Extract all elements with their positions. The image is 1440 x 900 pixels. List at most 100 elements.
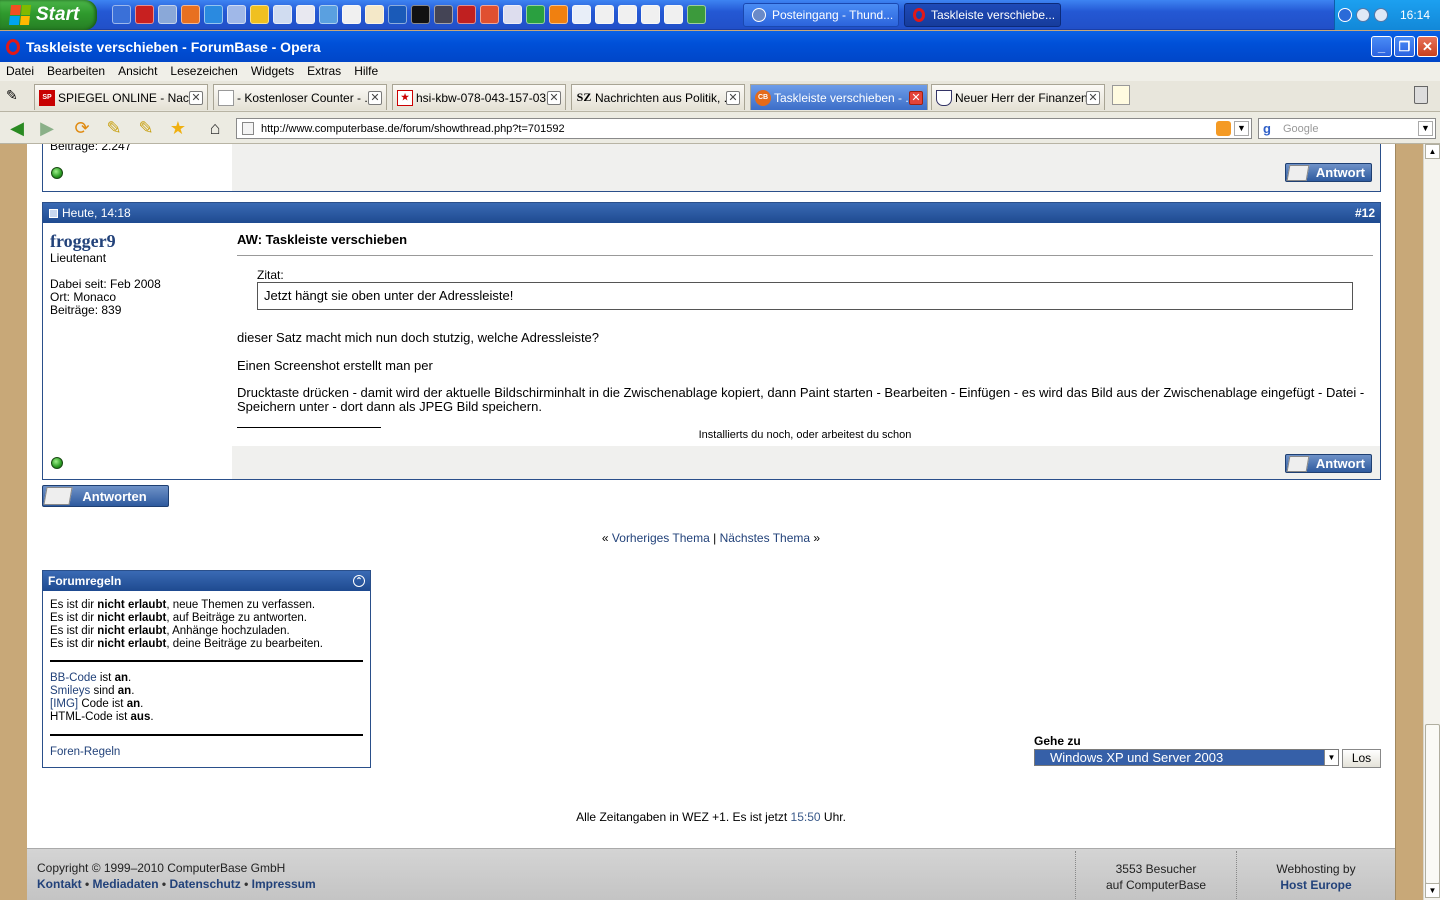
close-tab-icon[interactable]: ✕ xyxy=(726,90,740,105)
quicklaunch-icon[interactable] xyxy=(687,5,706,24)
sz-favicon: SZ xyxy=(576,90,592,104)
scroll-thumb[interactable] xyxy=(1425,724,1440,884)
search-dropdown-icon[interactable]: ▼ xyxy=(1418,121,1433,136)
close-tab-icon[interactable]: ✕ xyxy=(189,90,203,105)
host-europe-link[interactable]: Host Europe xyxy=(1239,877,1393,893)
scroll-up-icon[interactable]: ▲ xyxy=(1425,144,1440,159)
close-tab-icon[interactable]: ✕ xyxy=(368,90,382,105)
menu-widgets[interactable]: Widgets xyxy=(251,62,301,81)
tab-finanzen[interactable]: Neuer Herr der Finanzen... ✕ xyxy=(931,84,1105,110)
menu-hilfe[interactable]: Hilfe xyxy=(354,62,385,81)
opera-launch-icon[interactable] xyxy=(135,5,154,24)
tray-icon[interactable] xyxy=(1373,8,1388,22)
author-name[interactable]: frogger9 xyxy=(50,231,116,252)
page-icon xyxy=(242,122,254,135)
quicklaunch-icon[interactable] xyxy=(273,5,292,24)
maximize-button[interactable]: ❐ xyxy=(1394,36,1415,57)
previous-thread-link[interactable]: Vorheriges Thema xyxy=(612,531,710,545)
back-icon[interactable]: ◀ xyxy=(6,117,28,139)
reload-icon[interactable]: ⟳ xyxy=(71,117,93,139)
reply-button[interactable]: Antwort xyxy=(1285,454,1372,473)
goto-button[interactable]: Los xyxy=(1342,749,1381,768)
code-state: an xyxy=(117,685,132,697)
kontakt-link[interactable]: Kontakt xyxy=(37,877,82,891)
scroll-down-icon[interactable]: ▼ xyxy=(1425,883,1440,898)
menu-lesezeichen[interactable]: Lesezeichen xyxy=(170,62,244,81)
tab-label: Neuer Herr der Finanzen... xyxy=(955,90,1086,105)
footer-links: Kontakt • Mediadaten • Datenschutz • Imp… xyxy=(37,877,316,891)
wand-icon[interactable]: ✎ xyxy=(103,117,125,139)
edit-icon[interactable]: ✎ xyxy=(135,117,157,139)
vlc-launch-icon[interactable] xyxy=(549,5,568,24)
close-tab-icon[interactable]: ✕ xyxy=(909,90,923,105)
menu-ansicht[interactable]: Ansicht xyxy=(118,62,164,81)
address-field[interactable]: http://www.computerbase.de/forum/showthr… xyxy=(236,118,1252,139)
quicklaunch-icon[interactable] xyxy=(572,5,591,24)
taskbar-task-opera[interactable]: Taskleiste verschiebe... xyxy=(904,3,1061,27)
minimize-button[interactable]: _ xyxy=(1371,36,1392,57)
panel-toggle-icon[interactable]: ✎ xyxy=(6,87,28,105)
smileys-link[interactable]: Smileys xyxy=(50,685,90,697)
mediadaten-link[interactable]: Mediadaten xyxy=(93,877,159,891)
firefox-launch-icon[interactable] xyxy=(181,5,200,24)
tray-icon[interactable] xyxy=(1355,8,1370,22)
select-arrow-icon[interactable]: ▼ xyxy=(1324,750,1338,765)
post-count: Beiträge: 2.247 xyxy=(50,144,132,153)
quicklaunch-icon[interactable] xyxy=(618,5,637,24)
quicklaunch-icon[interactable] xyxy=(365,5,384,24)
tab-counter[interactable]: - Kostenloser Counter - ... ✕ xyxy=(213,84,387,110)
filezilla-launch-icon[interactable] xyxy=(457,5,476,24)
collapse-icon[interactable]: ⌃ xyxy=(353,575,365,587)
vertical-scrollbar[interactable]: ▲ ▼ xyxy=(1423,144,1440,900)
reply-button[interactable]: Antwort xyxy=(1285,163,1372,182)
chrome-launch-icon[interactable] xyxy=(250,5,269,24)
next-thread-link[interactable]: Nächstes Thema xyxy=(720,531,811,545)
quicklaunch-icon[interactable] xyxy=(526,5,545,24)
trash-icon[interactable] xyxy=(1414,86,1428,104)
address-dropdown-icon[interactable]: ▼ xyxy=(1234,121,1249,136)
menu-bearbeiten[interactable]: Bearbeiten xyxy=(47,62,112,81)
quicklaunch-icon[interactable] xyxy=(112,5,131,24)
impressum-link[interactable]: Impressum xyxy=(252,877,316,891)
new-tab-icon[interactable] xyxy=(1112,85,1130,105)
rss-feed-icon[interactable] xyxy=(1216,121,1231,136)
tab-computerbase[interactable]: CB Taskleiste verschieben - ... ✕ xyxy=(750,84,928,110)
img-code-link[interactable]: [IMG] xyxy=(50,698,78,710)
menu-extras[interactable]: Extras xyxy=(307,62,348,81)
search-input[interactable]: g Google ▼ xyxy=(1258,118,1436,139)
cmd-launch-icon[interactable] xyxy=(411,5,430,24)
bbcode-link[interactable]: BB-Code xyxy=(50,672,97,684)
quicklaunch-icon[interactable] xyxy=(296,5,315,24)
start-button[interactable]: Start xyxy=(0,0,97,30)
forum-rules-link[interactable]: Foren-Regeln xyxy=(50,746,363,759)
datenschutz-link[interactable]: Datenschutz xyxy=(169,877,240,891)
quicklaunch-icon[interactable] xyxy=(388,5,407,24)
forward-icon[interactable]: ▶ xyxy=(36,117,58,139)
quicklaunch-icon[interactable] xyxy=(319,5,338,24)
post-number[interactable]: #12 xyxy=(1355,206,1375,220)
tab-sz[interactable]: SZ Nachrichten aus Politik, ... ✕ xyxy=(571,84,745,110)
tab-hsi[interactable]: ★ hsi-kbw-078-043-157-03... ✕ xyxy=(392,84,566,110)
quicklaunch-icon[interactable] xyxy=(158,5,177,24)
home-icon[interactable]: ⌂ xyxy=(204,117,226,139)
bookmark-star-icon[interactable]: ★ xyxy=(167,117,189,139)
tray-expand-icon[interactable] xyxy=(1337,8,1352,22)
tab-spiegel[interactable]: SP SPIEGEL ONLINE - Nachr... ✕ xyxy=(34,84,208,110)
ie-launch-icon[interactable] xyxy=(204,5,223,24)
quicklaunch-icon[interactable] xyxy=(664,5,683,24)
quicklaunch-icon[interactable] xyxy=(434,5,453,24)
close-tab-icon[interactable]: ✕ xyxy=(1086,90,1100,105)
new-reply-button[interactable]: Antworten xyxy=(42,485,169,507)
forum-select[interactable]: Windows XP und Server 2003 ▼ xyxy=(1034,749,1339,766)
quicklaunch-icon[interactable] xyxy=(227,5,246,24)
quicklaunch-icon[interactable] xyxy=(503,5,522,24)
quicklaunch-icon[interactable] xyxy=(641,5,660,24)
quicklaunch-icon[interactable] xyxy=(342,5,361,24)
quicklaunch-icon[interactable] xyxy=(480,5,499,24)
quicklaunch-icon[interactable] xyxy=(595,5,614,24)
taskbar-task-thunderbird[interactable]: Posteingang - Thund... xyxy=(743,3,899,27)
start-label: Start xyxy=(36,4,80,25)
close-tab-icon[interactable]: ✕ xyxy=(547,90,561,105)
menu-datei[interactable]: Datei xyxy=(6,62,41,81)
close-button[interactable]: ✕ xyxy=(1417,36,1438,57)
